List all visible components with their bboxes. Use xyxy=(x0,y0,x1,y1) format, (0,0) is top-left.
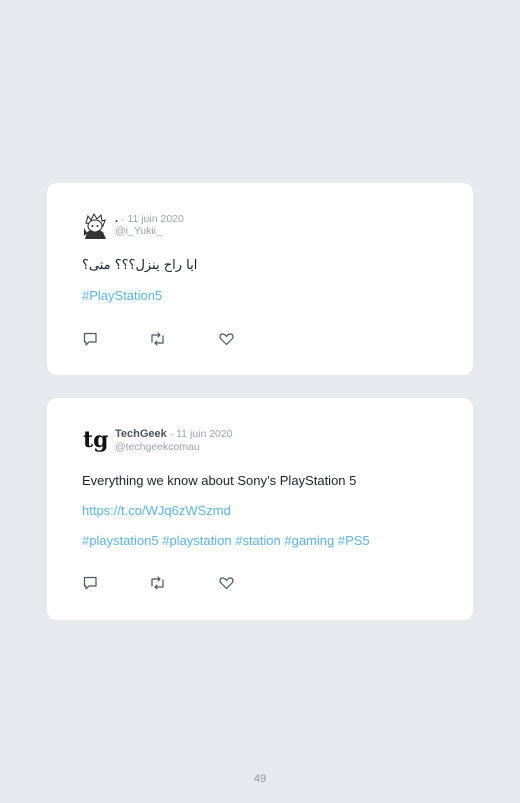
reply-icon[interactable] xyxy=(82,331,99,347)
reply-icon[interactable] xyxy=(82,575,99,591)
separator-dot: · xyxy=(118,213,128,225)
page-number: 49 xyxy=(253,773,267,785)
like-icon[interactable] xyxy=(218,331,235,347)
tweet-header: TechGeek · 11 juin 2020 xyxy=(115,428,233,440)
tweet-header: . · 11 juin 2020 xyxy=(115,213,184,225)
retweet-icon[interactable] xyxy=(149,331,166,347)
tweet-text: Everything we know about Sony’s PlayStat… xyxy=(82,473,357,488)
tweet-hashtags[interactable]: #playstation5 #playstation #station #gam… xyxy=(82,533,370,548)
svg-text:tg: tg xyxy=(83,427,109,453)
anime-avatar-icon[interactable] xyxy=(82,211,108,239)
author-handle[interactable]: @i_Yukii_ xyxy=(115,225,162,237)
tweet-link[interactable]: https://t.co/WJq6zWSzmd xyxy=(82,503,231,518)
tweet-hashtags[interactable]: #PlayStation5 xyxy=(82,288,162,303)
tweet-card: . · 11 juin 2020 @i_Yukii_ ايا راح ينزل؟… xyxy=(47,183,473,375)
separator-dot: · xyxy=(166,428,177,440)
like-icon[interactable] xyxy=(218,575,235,591)
tweet-text: ايا راح ينزل؟؟؟ متى؟ xyxy=(82,258,198,273)
tweet-date[interactable]: 11 juin 2020 xyxy=(176,428,232,440)
author-name[interactable]: TechGeek xyxy=(115,428,167,440)
tweet-card: tg TechGeek · 11 juin 2020 @techgeekcoma… xyxy=(47,398,473,620)
author-handle[interactable]: @techgeekcomau xyxy=(115,441,200,453)
tweet-date[interactable]: 11 juin 2020 xyxy=(127,213,183,225)
retweet-icon[interactable] xyxy=(149,575,166,591)
tg-logo-icon[interactable]: tg xyxy=(82,427,110,455)
